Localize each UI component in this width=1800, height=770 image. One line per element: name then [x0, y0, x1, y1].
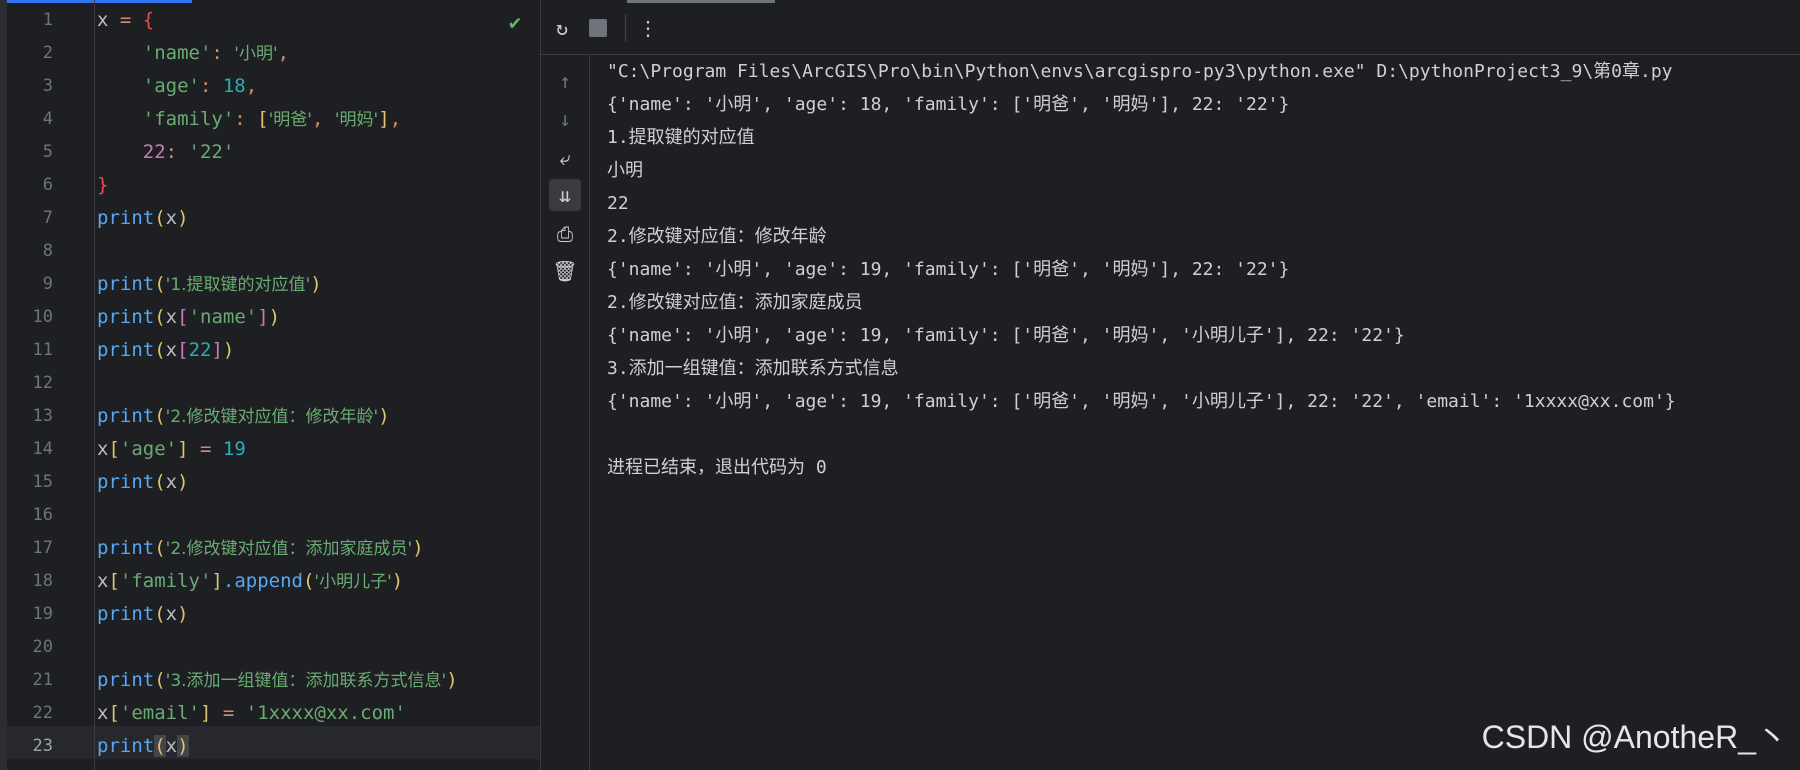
line-number: 17: [32, 538, 53, 558]
code-line-7: print(x): [97, 207, 189, 229]
toolbar-separator: [625, 14, 626, 42]
print-icon[interactable]: ⎙: [549, 218, 581, 250]
code-line-19: print(x): [97, 603, 189, 625]
editor-left-strip: [0, 0, 7, 770]
code-line-21: print('3.添加一组键值：添加联系方式信息'): [97, 669, 458, 691]
line-number-gutter: 1 2 3 4 5 6 7 8 9 10 11 12 13 14 15 16 17 18 19 20 21 22 23: [7, 0, 93, 770]
code-line-2: 'name': '小明',: [142, 42, 290, 64]
line-number: 11: [32, 340, 53, 360]
console-line: {'name': '小明', 'age': 19, 'family': ['明爸…: [607, 391, 1676, 412]
trash-icon[interactable]: 🗑: [549, 255, 581, 287]
line-number: 19: [32, 604, 53, 624]
console-line: 22: [607, 193, 629, 214]
line-number: 14: [32, 439, 53, 459]
console-line: 2.修改键对应值：添加家庭成员: [607, 292, 863, 313]
code-line-13: print('2.修改键对应值：修改年龄'): [97, 405, 390, 427]
line-number: 10: [32, 307, 53, 327]
line-number: 16: [32, 505, 53, 525]
console-line: "C:\Program Files\ArcGIS\Pro\bin\Python\…: [607, 61, 1673, 82]
run-toolbar: ↻ ⋮: [541, 0, 1800, 55]
line-number: 2: [42, 43, 53, 63]
console-side-toolbar: ↑ ↓ ⤶ ⇊ ⎙ 🗑: [541, 55, 590, 770]
line-number: 18: [32, 571, 53, 591]
console-line: {'name': '小明', 'age': 18, 'family': ['明爸…: [607, 94, 1290, 115]
line-number: 20: [32, 637, 53, 657]
console-line: 小明: [607, 160, 643, 181]
line-number: 4: [42, 109, 53, 129]
run-tool-window: ↻ ⋮ ↑ ↓ ⤶ ⇊ ⎙ 🗑 "C:\Program Files\ArcGIS…: [541, 0, 1800, 770]
code-line-14: x['age'] = 19: [97, 438, 246, 460]
code-line-11: print(x[22]): [97, 339, 235, 361]
code-line-17: print('2.修改键对应值：添加家庭成员'): [97, 537, 424, 559]
rerun-icon[interactable]: ↻: [549, 15, 575, 41]
code-line-10: print(x['name']): [97, 306, 281, 328]
code-line-5: 22: '22': [142, 141, 235, 163]
code-line-4: 'family': ['明爸', '明妈'],: [142, 108, 402, 130]
line-number: 23: [32, 736, 53, 756]
line-number: 13: [32, 406, 53, 426]
code-line-23: print(x): [97, 735, 189, 757]
code-editor[interactable]: 1 2 3 4 5 6 7 8 9 10 11 12 13 14 15 16 17 18 19 20 21 22 23 ✔ …: [0, 0, 540, 770]
gutter-separator: [94, 0, 95, 770]
console-line: {'name': '小明', 'age': 19, 'family': ['明爸…: [607, 325, 1405, 346]
scroll-to-end-icon[interactable]: ⇊: [549, 179, 581, 211]
line-number: 22: [32, 703, 53, 723]
line-number: 15: [32, 472, 53, 492]
console-line: {'name': '小明', 'age': 19, 'family': ['明爸…: [607, 259, 1290, 280]
check-icon[interactable]: ✔: [509, 10, 521, 34]
stop-icon[interactable]: [589, 19, 607, 37]
code-line-18: x['family'].append('小明儿子'): [97, 570, 404, 592]
arrow-down-icon[interactable]: ↓: [549, 103, 581, 135]
line-number: 3: [42, 76, 53, 96]
console-line: 3.添加一组键值：添加联系方式信息: [607, 358, 899, 379]
line-number: 8: [42, 241, 53, 261]
console-line: 进程已结束，退出代码为 0: [607, 457, 827, 478]
soft-wrap-icon[interactable]: ⤶: [549, 142, 581, 174]
console-line: 2.修改键对应值：修改年龄: [607, 226, 827, 247]
code-line-9: print('1.提取键的对应值'): [97, 273, 322, 295]
line-number: 1: [42, 10, 53, 30]
console-line: 1.提取键的对应值: [607, 127, 755, 148]
more-vertical-icon[interactable]: ⋮: [635, 15, 661, 41]
arrow-up-icon[interactable]: ↑: [549, 65, 581, 97]
code-line-1: x = {: [97, 9, 155, 31]
line-number: 7: [42, 208, 53, 228]
line-number: 9: [42, 274, 53, 294]
code-line-3: 'age': 18,: [142, 75, 258, 97]
code-line-22: x['email'] = '1xxxx@xx.com': [97, 702, 406, 724]
watermark: CSDN @AnotheR_丶: [1481, 719, 1788, 755]
line-number: 12: [32, 373, 53, 393]
line-number: 21: [32, 670, 53, 690]
line-number: 6: [42, 175, 53, 195]
code-line-6: }: [97, 174, 109, 196]
run-tab-indicator: [627, 0, 775, 3]
line-number: 5: [42, 142, 53, 162]
code-line-15: print(x): [97, 471, 189, 493]
